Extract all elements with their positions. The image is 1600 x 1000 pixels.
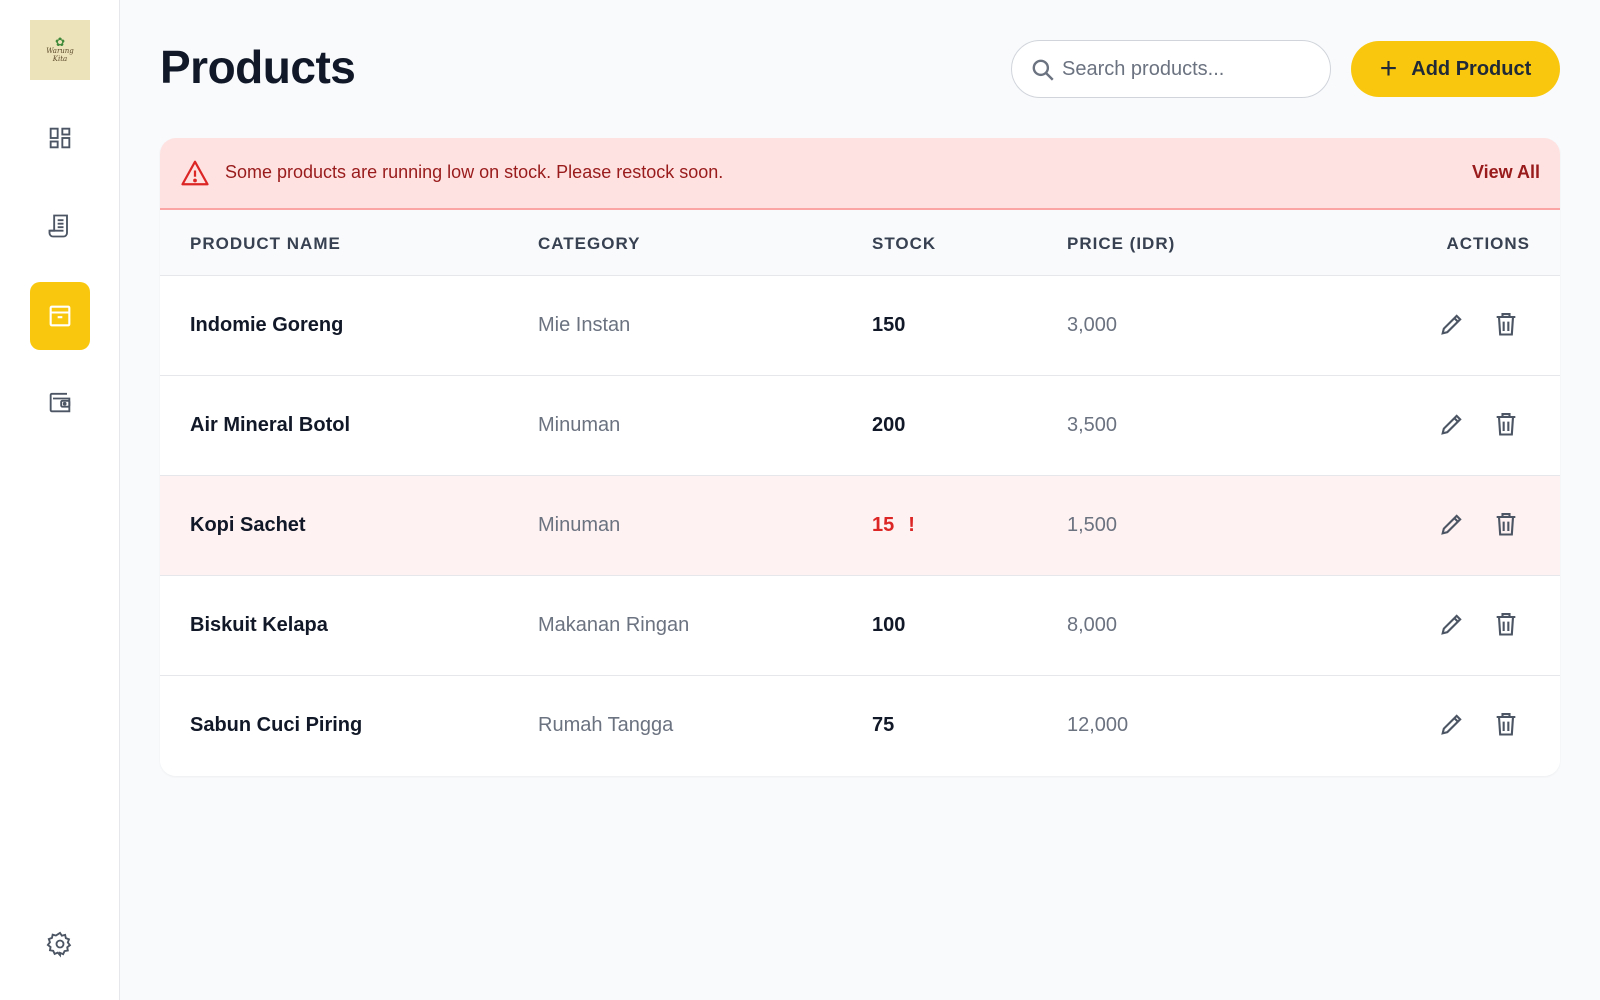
product-price: 3,000 (1067, 314, 1118, 336)
product-stock: 100 (872, 614, 906, 636)
alert-message: Some products are running low on stock. … (225, 162, 724, 182)
table-row[interactable]: Indomie Goreng Mie Instan 150 3,000 (160, 276, 1560, 376)
column-header-price[interactable]: PRICE (IDR) (1067, 234, 1175, 254)
search-icon (1032, 59, 1054, 81)
search-box[interactable] (1011, 40, 1331, 98)
column-header-product-name[interactable]: PRODUCT NAME (190, 234, 341, 254)
logo-text-line1: Warung (46, 47, 74, 55)
product-price: 8,000 (1067, 614, 1118, 636)
trash-icon[interactable] (1492, 410, 1520, 438)
product-stock: 150 (872, 314, 906, 336)
trash-icon[interactable] (1492, 510, 1520, 538)
product-price: 3,500 (1067, 414, 1118, 436)
product-price: 1,500 (1067, 514, 1118, 536)
product-category: Rumah Tangga (538, 714, 674, 736)
table-row[interactable]: Sabun Cuci Piring Rumah Tangga 75 12,000 (160, 676, 1560, 776)
product-name: Biskuit Kelapa (190, 614, 328, 636)
edit-icon[interactable] (1438, 510, 1466, 538)
page-title: Products (160, 41, 356, 93)
product-stock: 75 (872, 714, 895, 736)
sidebar-item-dashboard[interactable] (30, 104, 90, 172)
leaf-icon: ✿ (54, 35, 66, 49)
edit-icon[interactable] (1438, 410, 1466, 438)
product-name: Sabun Cuci Piring (190, 714, 363, 736)
trash-icon[interactable] (1492, 710, 1520, 738)
column-header-actions: ACTIONS (1446, 234, 1530, 253)
low-stock-flag-icon: ! (908, 514, 915, 536)
low-stock-alert: Some products are running low on stock. … (160, 138, 1560, 210)
sidebar: ✿ Warung Kita (0, 0, 120, 1000)
logo-text-line2: Kita (52, 55, 68, 63)
products-card: Some products are running low on stock. … (160, 138, 1560, 776)
product-category: Mie Instan (538, 314, 631, 336)
plus-icon: + (1379, 52, 1398, 85)
archive-box-icon (49, 305, 71, 327)
table-header: PRODUCT NAME CATEGORY STOCK PRICE (IDR) … (160, 210, 1560, 276)
product-category: Minuman (538, 514, 621, 536)
product-name: Air Mineral Botol (190, 414, 351, 436)
product-stock: 200 (872, 414, 906, 436)
edit-icon[interactable] (1438, 610, 1466, 638)
receipt-icon (48, 214, 68, 238)
trash-icon[interactable] (1492, 310, 1520, 338)
stock-value: 15 (872, 514, 895, 536)
table-row-low-stock[interactable]: Kopi Sachet Minuman 15! 1,500 (160, 476, 1560, 576)
product-stock-low: 15! (872, 514, 915, 537)
dashboard-icon (49, 127, 71, 149)
add-product-label: Add Product (1411, 57, 1532, 80)
table-row[interactable]: Air Mineral Botol Minuman 200 3,500 (160, 376, 1560, 476)
product-name: Indomie Goreng (190, 314, 344, 336)
warning-icon (181, 160, 209, 186)
sidebar-item-products[interactable] (30, 282, 90, 350)
edit-icon[interactable] (1438, 710, 1466, 738)
product-price: 12,000 (1067, 714, 1129, 736)
add-product-button[interactable]: + Add Product (1351, 41, 1560, 97)
trash-icon[interactable] (1492, 610, 1520, 638)
sidebar-item-settings[interactable] (30, 922, 90, 966)
wallet-icon (49, 392, 71, 413)
table-row[interactable]: Biskuit Kelapa Makanan Ringan 100 8,000 (160, 576, 1560, 676)
view-all-link[interactable]: View All (1472, 162, 1540, 183)
product-category: Minuman (538, 414, 621, 436)
product-name: Kopi Sachet (190, 514, 306, 536)
gear-icon (46, 931, 72, 958)
column-header-stock[interactable]: STOCK (872, 234, 936, 254)
column-header-category[interactable]: CATEGORY (538, 234, 640, 254)
sidebar-item-receipts[interactable] (30, 192, 90, 260)
sidebar-item-wallet[interactable] (30, 368, 90, 436)
product-category: Makanan Ringan (538, 614, 690, 636)
search-input[interactable] (1062, 41, 1317, 97)
edit-icon[interactable] (1438, 310, 1466, 338)
brand-logo[interactable]: ✿ Warung Kita (30, 20, 90, 80)
